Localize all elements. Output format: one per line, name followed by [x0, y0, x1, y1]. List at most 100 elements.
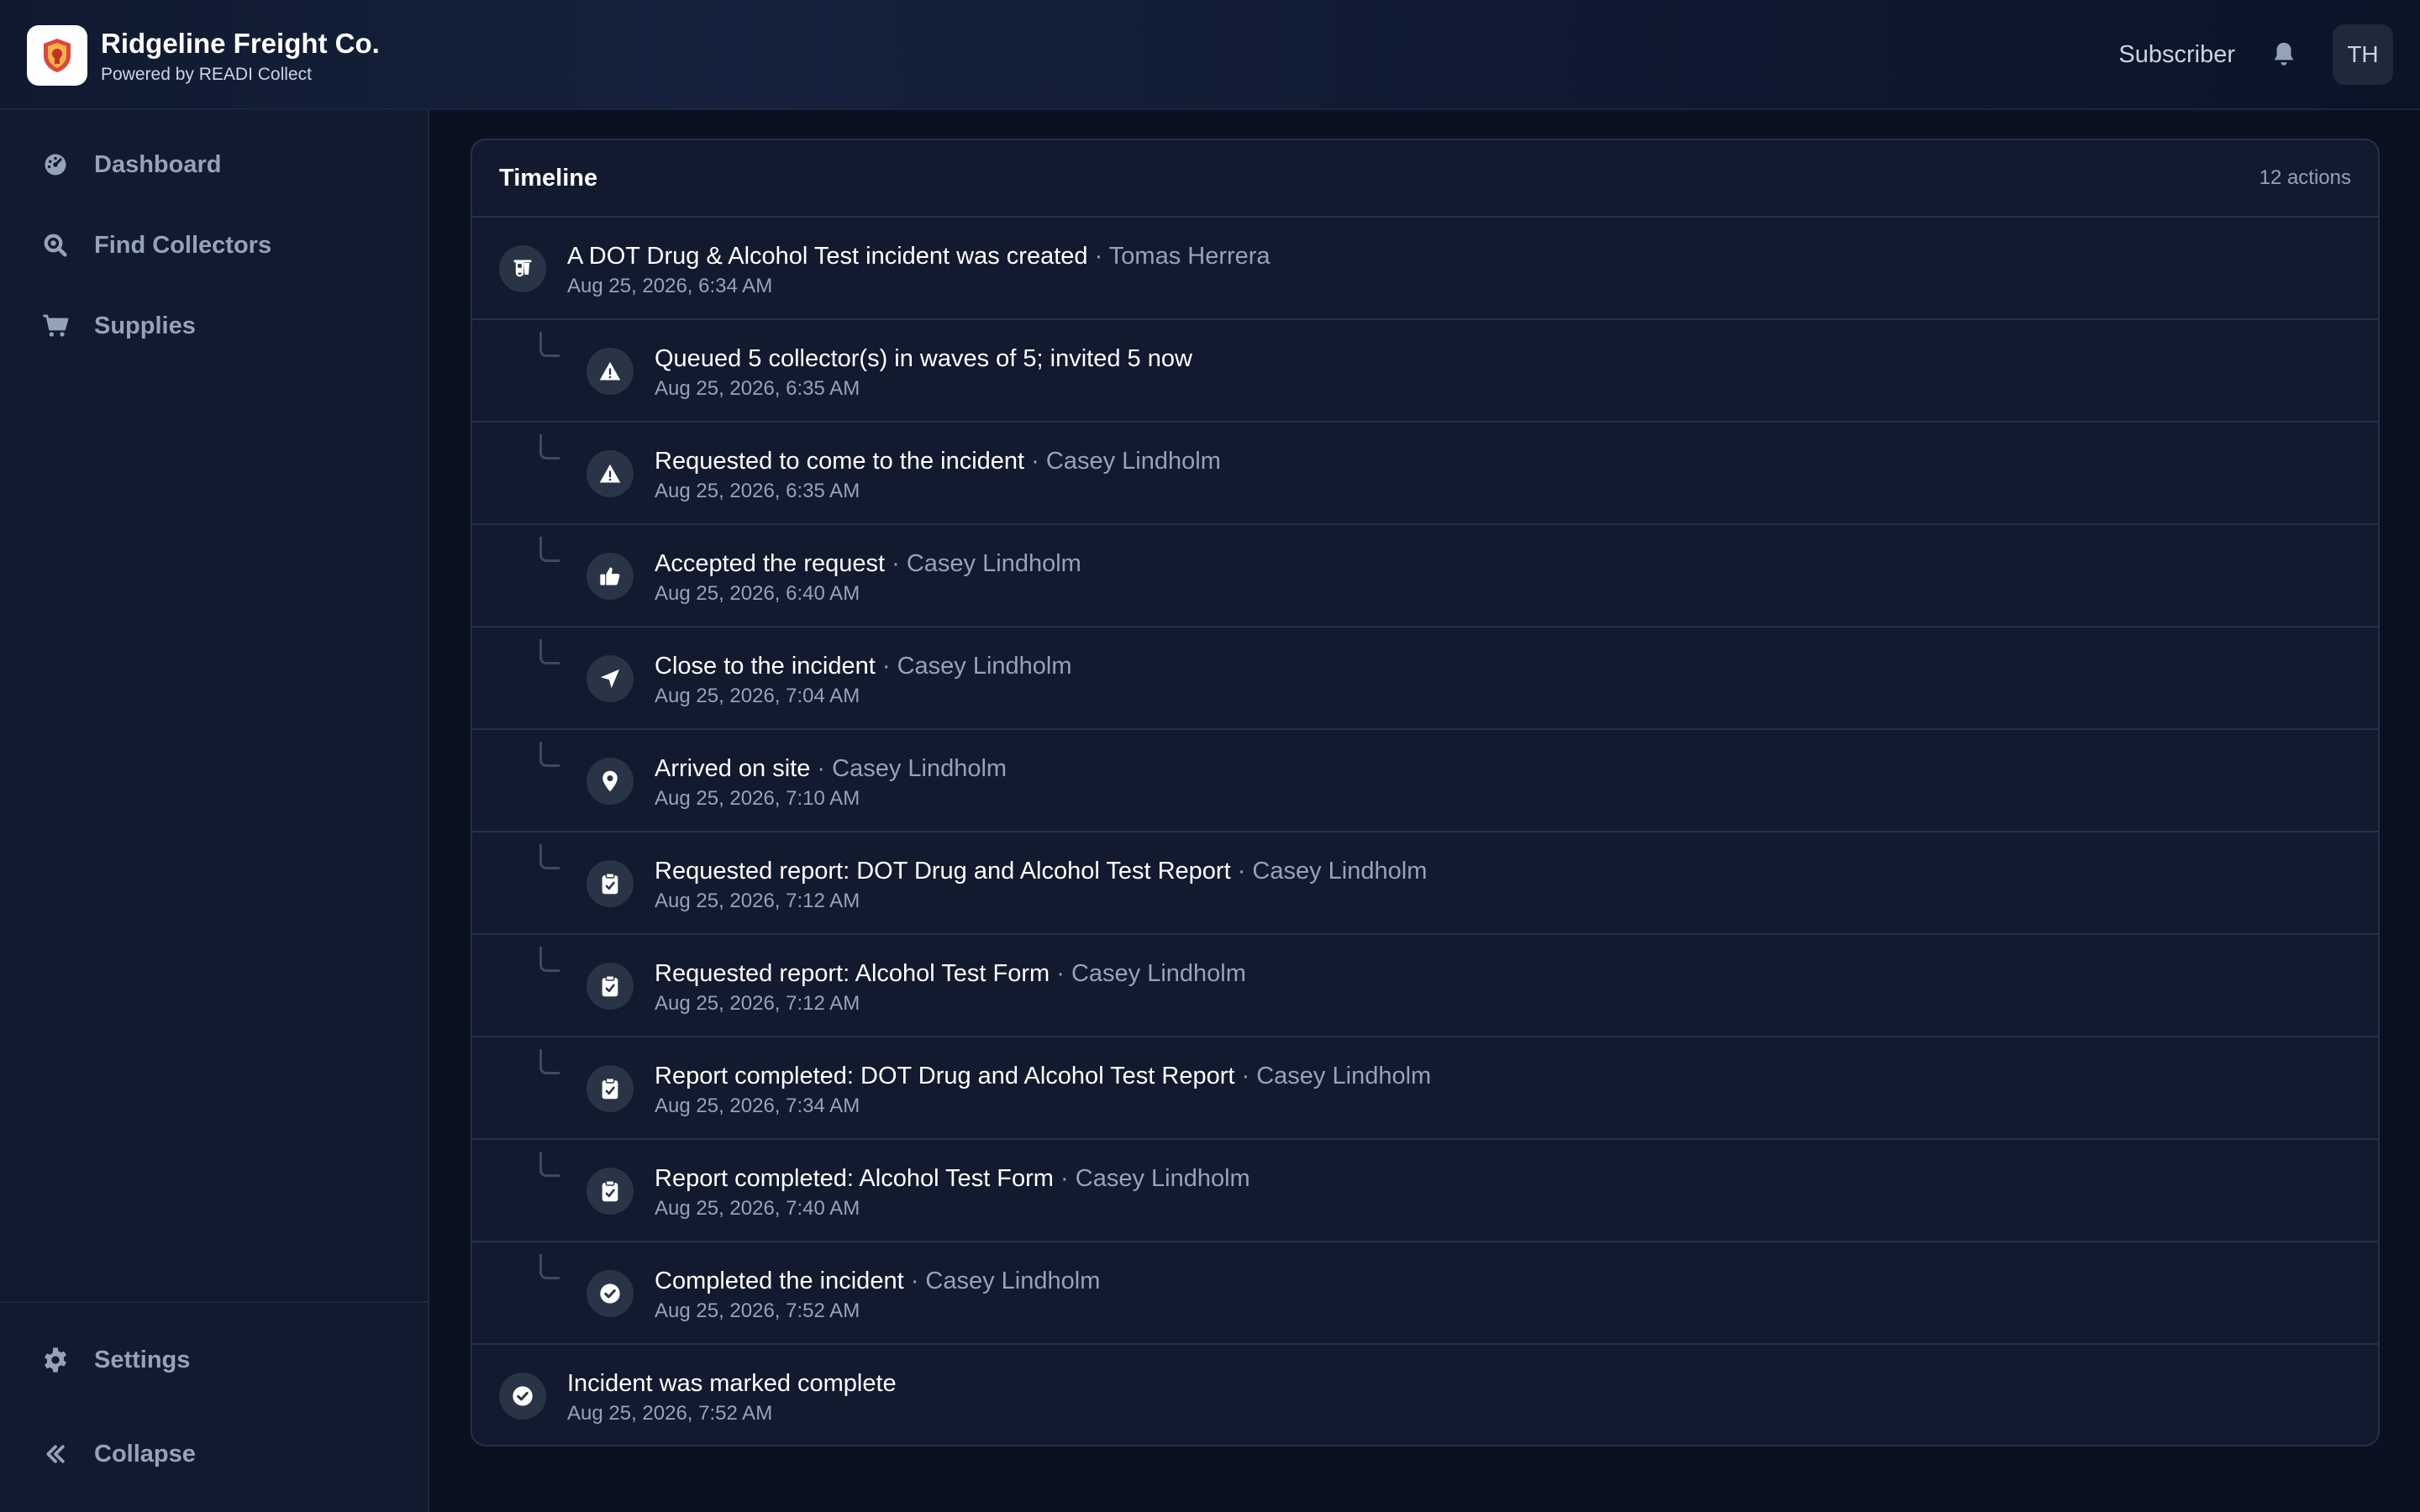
cart-icon — [40, 311, 71, 341]
timeline-entry-text: Requested to come to the incident · Case… — [655, 446, 1221, 505]
clipboard-icon — [587, 963, 634, 1010]
thread-connector — [539, 947, 560, 972]
bell-icon — [2274, 42, 2294, 66]
timeline-row: Requested report: DOT Drug and Alcohol T… — [472, 832, 2378, 935]
timeline-timestamp: Aug 25, 2026, 7:04 AM — [655, 685, 860, 707]
thumbs-up-icon — [587, 553, 634, 600]
timeline-action: Close to the incident — [655, 653, 876, 680]
timeline-entry-text: Completed the incident · Casey Lindholm A… — [655, 1266, 1100, 1325]
timeline-timestamp: Aug 25, 2026, 6:35 AM — [655, 480, 860, 502]
timeline-entry-title: A DOT Drug & Alcohol Test incident was c… — [567, 241, 1270, 271]
timeline-entry-title: Requested report: DOT Drug and Alcohol T… — [655, 856, 1427, 886]
separator-dot: · — [1230, 858, 1253, 885]
timeline-row: Completed the incident · Casey Lindholm A… — [472, 1242, 2378, 1345]
map-pin-icon — [587, 758, 634, 805]
thread-connector — [539, 537, 560, 562]
timeline-action: Requested report: DOT Drug and Alcohol T… — [655, 858, 1231, 885]
timeline-entry-text: Requested report: DOT Drug and Alcohol T… — [655, 856, 1427, 915]
warning-icon — [587, 450, 634, 497]
separator-dot: · — [875, 653, 897, 680]
timeline-row: Incident was marked complete Aug 25, 2026… — [472, 1345, 2378, 1445]
top-header: Ridgeline Freight Co. Powered by READI C… — [0, 0, 2420, 110]
gauge-icon — [40, 150, 71, 180]
thread-connector — [539, 742, 560, 767]
timeline-row: Accepted the request · Casey Lindholm Aug… — [472, 525, 2378, 627]
timeline-row: Report completed: DOT Drug and Alcohol T… — [472, 1037, 2378, 1140]
timeline-header: Timeline 12 actions — [472, 140, 2378, 218]
timeline-row: Requested to come to the incident · Case… — [472, 423, 2378, 525]
timeline-action: Requested to come to the incident — [655, 448, 1025, 475]
test-kit-icon — [499, 245, 546, 292]
thread-connector — [539, 1152, 560, 1177]
sidebar-item-dashboard[interactable]: Dashboard — [0, 131, 428, 198]
timeline-timestamp: Aug 25, 2026, 7:52 AM — [567, 1402, 773, 1425]
timeline-action: A DOT Drug & Alcohol Test incident was c… — [567, 243, 1088, 270]
separator-dot: · — [903, 1268, 926, 1294]
sidebar-item-label: Supplies — [94, 312, 196, 339]
timeline-entry-title: Requested to come to the incident · Case… — [655, 446, 1221, 476]
clipboard-icon — [587, 1168, 634, 1215]
search-icon — [40, 230, 71, 260]
timeline-entry-text: Incident was marked complete Aug 25, 2026… — [567, 1368, 897, 1427]
timeline-entry-title: Completed the incident · Casey Lindholm — [655, 1266, 1100, 1296]
timeline-row: Requested report: Alcohol Test Form · Ca… — [472, 935, 2378, 1037]
sidebar-item-supplies[interactable]: Supplies — [0, 292, 428, 360]
timeline-actor: Casey Lindholm — [906, 550, 1081, 577]
thread-connector — [539, 332, 560, 357]
timeline-actor: Casey Lindholm — [1071, 960, 1246, 987]
timeline-entry-text: Report completed: Alcohol Test Form · Ca… — [655, 1163, 1250, 1222]
timeline-timestamp: Aug 25, 2026, 7:10 AM — [655, 787, 860, 810]
thread-connector — [539, 1254, 560, 1279]
check-circle-icon — [499, 1373, 546, 1420]
timeline-count: 12 actions — [2259, 166, 2351, 189]
sidebar-item-label: Find Collectors — [94, 231, 272, 259]
timeline-entry-text: Accepted the request · Casey Lindholm Aug… — [655, 549, 1081, 607]
brand-name: Ridgeline Freight Co. — [101, 28, 380, 59]
separator-dot: · — [1053, 1165, 1076, 1192]
timeline-action: Report completed: DOT Drug and Alcohol T… — [655, 1063, 1235, 1089]
notifications-button[interactable] — [2267, 38, 2301, 71]
timeline-panel: Timeline 12 actions A DOT Drug & Alcohol… — [471, 139, 2380, 1446]
sidebar-item-settings[interactable]: Settings — [0, 1326, 428, 1394]
thread-connector — [539, 434, 560, 459]
timeline-entry-text: Requested report: Alcohol Test Form · Ca… — [655, 958, 1246, 1017]
timeline-actor: Casey Lindholm — [1252, 858, 1428, 885]
sidebar-item-collapse[interactable]: Collapse — [0, 1420, 428, 1488]
timeline-entry-title: Requested report: Alcohol Test Form · Ca… — [655, 958, 1246, 989]
brand-logo[interactable] — [27, 25, 87, 86]
warning-icon — [587, 348, 634, 395]
clipboard-icon — [587, 1065, 634, 1112]
timeline-row: A DOT Drug & Alcohol Test incident was c… — [472, 218, 2378, 320]
timeline-title: Timeline — [499, 164, 598, 192]
separator-dot: · — [1024, 448, 1046, 475]
timeline-row: Close to the incident · Casey Lindholm Au… — [472, 627, 2378, 730]
separator-dot: · — [885, 550, 907, 577]
thread-connector — [539, 844, 560, 869]
separator-dot: · — [1050, 960, 1071, 987]
sidebar-item-find-collectors[interactable]: Find Collectors — [0, 212, 428, 279]
brand-text: Ridgeline Freight Co. Powered by READI C… — [101, 27, 380, 86]
timeline-actor: Casey Lindholm — [1045, 448, 1221, 475]
clipboard-icon — [587, 860, 634, 907]
sidebar-item-label: Collapse — [94, 1440, 196, 1467]
separator-dot: · — [1234, 1063, 1257, 1089]
brand-subtitle: Powered by READI Collect — [101, 65, 312, 84]
user-avatar[interactable]: TH — [2333, 24, 2393, 85]
timeline-timestamp: Aug 25, 2026, 7:12 AM — [655, 890, 860, 912]
role-label[interactable]: Subscriber — [2118, 41, 2235, 69]
separator-dot: · — [810, 755, 833, 782]
timeline-entry-title: Report completed: Alcohol Test Form · Ca… — [655, 1163, 1250, 1194]
timeline-entry-title: Queued 5 collector(s) in waves of 5; inv… — [655, 344, 1192, 374]
timeline-list: A DOT Drug & Alcohol Test incident was c… — [472, 218, 2378, 1445]
sidebar-item-label: Dashboard — [94, 150, 222, 178]
timeline-actor: Casey Lindholm — [897, 653, 1072, 680]
timeline-actor: Casey Lindholm — [832, 755, 1007, 782]
double-chevron-left-icon — [40, 1439, 71, 1469]
thread-connector — [539, 639, 560, 664]
timeline-entry-title: Incident was marked complete — [567, 1368, 897, 1399]
timeline-actor: Tomas Herrera — [1108, 243, 1270, 270]
timeline-timestamp: Aug 25, 2026, 6:34 AM — [567, 275, 773, 297]
timeline-action: Arrived on site — [655, 755, 811, 782]
timeline-entry-title: Close to the incident · Casey Lindholm — [655, 651, 1072, 681]
timeline-entry-title: Accepted the request · Casey Lindholm — [655, 549, 1081, 579]
